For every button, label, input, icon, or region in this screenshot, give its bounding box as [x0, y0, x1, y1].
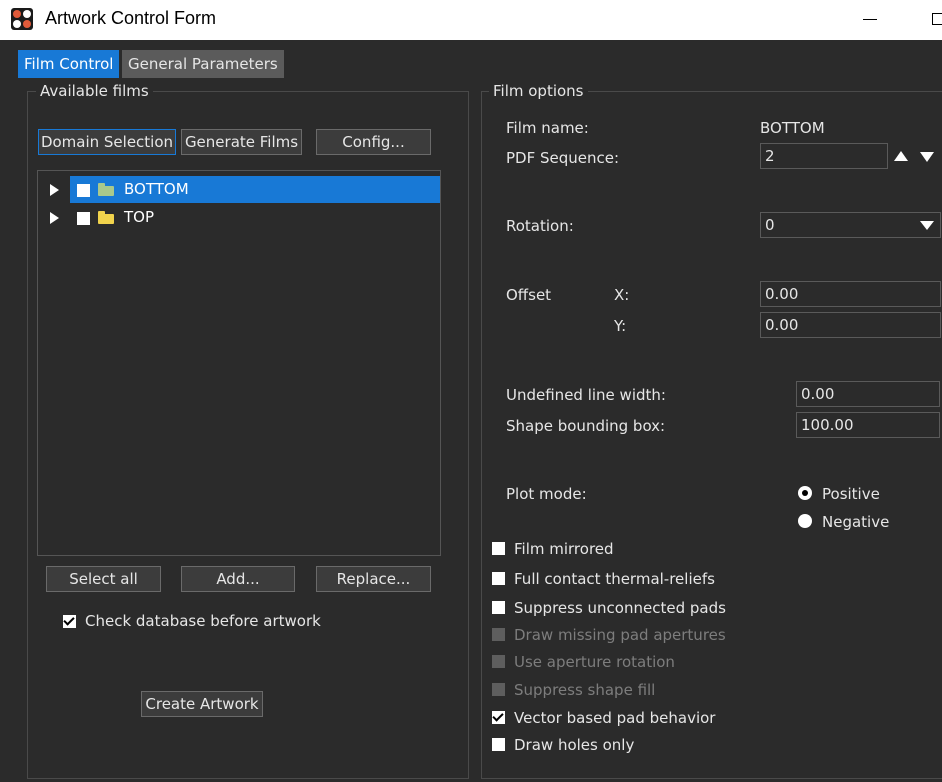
vector-based-checkbox[interactable] — [492, 711, 505, 724]
film-name-label: BOTTOM — [124, 180, 189, 198]
generate-films-button[interactable]: Generate Films — [181, 129, 302, 155]
available-films-label: Available films — [36, 82, 153, 100]
pdf-sequence-input[interactable]: 2 — [760, 143, 888, 169]
chevron-down-icon[interactable] — [920, 221, 934, 230]
negative-label: Negative — [822, 513, 890, 531]
draw-holes-only-checkbox[interactable] — [492, 738, 505, 751]
tab-general-parameters[interactable]: General Parameters — [122, 50, 284, 78]
use-aperture-rotation-checkbox — [492, 655, 505, 668]
suppress-shape-fill-checkbox — [492, 683, 505, 696]
folder-green-icon — [98, 183, 114, 196]
film-name-label: TOP — [124, 208, 155, 226]
pdf-sequence-label: PDF Sequence: — [506, 149, 620, 167]
spin-up-icon[interactable] — [894, 151, 908, 161]
suppress-unconnected-label: Suppress unconnected pads — [514, 599, 726, 617]
film-name-value: BOTTOM — [760, 119, 825, 137]
shape-bounding-box-input[interactable]: 100.00 — [796, 412, 940, 438]
offset-x-input[interactable]: 0.00 — [760, 281, 941, 307]
suppress-unconnected-checkbox[interactable] — [492, 601, 505, 614]
check-database-checkbox[interactable] — [63, 615, 76, 628]
undefined-line-width-input[interactable]: 0.00 — [796, 381, 940, 407]
draw-missing-label: Draw missing pad apertures — [514, 626, 726, 644]
film-row-bottom[interactable]: BOTTOM — [38, 176, 440, 204]
config-button[interactable]: Config... — [316, 129, 431, 155]
draw-holes-only-label: Draw holes only — [514, 736, 635, 754]
undefined-line-width-label: Undefined line width: — [506, 386, 666, 404]
expand-arrow-icon[interactable] — [50, 212, 59, 224]
spin-down-icon[interactable] — [920, 152, 934, 162]
positive-radio[interactable] — [798, 486, 812, 500]
full-contact-checkbox[interactable] — [492, 572, 505, 585]
negative-radio[interactable] — [798, 514, 812, 528]
suppress-shape-fill-label: Suppress shape fill — [514, 681, 656, 699]
title-bar: Artwork Control Form — [0, 0, 942, 40]
plot-mode-label: Plot mode: — [506, 485, 587, 503]
vector-based-label: Vector based pad behavior — [514, 709, 716, 727]
folder-yellow-icon — [98, 211, 114, 224]
create-artwork-button[interactable]: Create Artwork — [141, 691, 263, 717]
films-tree[interactable]: BOTTOM TOP — [37, 170, 441, 556]
film-options-label: Film options — [489, 82, 588, 100]
shape-bounding-box-label: Shape bounding box: — [506, 417, 666, 435]
expand-arrow-icon[interactable] — [50, 184, 59, 196]
check-database-label: Check database before artwork — [85, 612, 321, 630]
offset-y-label: Y: — [614, 317, 627, 335]
select-all-button[interactable]: Select all — [46, 566, 161, 592]
offset-x-label: X: — [614, 286, 630, 304]
film-mirrored-label: Film mirrored — [514, 540, 614, 558]
window-title: Artwork Control Form — [45, 8, 217, 28]
draw-missing-checkbox — [492, 628, 505, 641]
minimize-icon[interactable] — [860, 10, 882, 30]
offset-label: Offset — [506, 286, 552, 304]
maximize-icon[interactable] — [928, 10, 942, 30]
film-row-top[interactable]: TOP — [38, 204, 440, 232]
use-aperture-rotation-label: Use aperture rotation — [514, 653, 675, 671]
film-checkbox[interactable] — [77, 184, 90, 197]
rotation-select[interactable]: 0 — [760, 212, 941, 238]
add-button[interactable]: Add... — [181, 566, 295, 592]
film-mirrored-checkbox[interactable] — [492, 542, 505, 555]
rotation-label: Rotation: — [506, 217, 574, 235]
positive-label: Positive — [822, 485, 880, 503]
tab-film-control[interactable]: Film Control — [18, 50, 120, 78]
film-checkbox[interactable] — [77, 212, 90, 225]
replace-button[interactable]: Replace... — [316, 566, 431, 592]
domain-selection-button[interactable]: Domain Selection — [38, 129, 176, 155]
full-contact-label: Full contact thermal-reliefs — [514, 570, 715, 588]
offset-y-input[interactable]: 0.00 — [760, 312, 941, 338]
film-name-field-label: Film name: — [506, 119, 589, 137]
app-logo-icon — [11, 8, 33, 30]
